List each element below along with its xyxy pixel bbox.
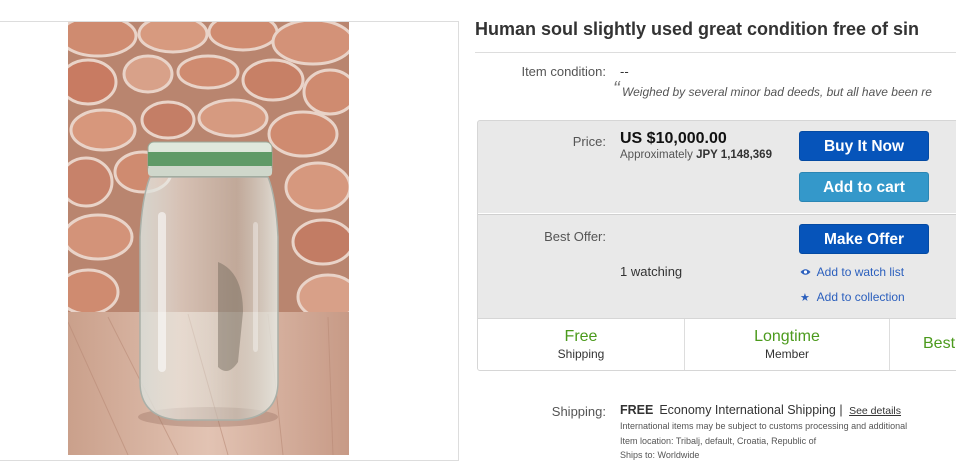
add-to-cart-button[interactable]: Add to cart xyxy=(799,172,929,202)
feature-title: Free xyxy=(564,328,598,345)
feature-subtitle: Shipping xyxy=(557,347,605,361)
price-value: US $10,000.00 xyxy=(620,130,727,147)
title-divider xyxy=(475,52,956,53)
product-photo[interactable] xyxy=(68,22,349,455)
star-icon: ★ xyxy=(800,292,810,304)
collection-link-label: Add to collection xyxy=(816,290,905,304)
add-to-collection-link[interactable]: ★ Add to collection xyxy=(800,290,905,304)
price-approx: Approximately JPY 1,148,369 xyxy=(620,149,772,161)
buy-it-now-button[interactable]: Buy It Now xyxy=(799,131,929,161)
condition-label: Item condition: xyxy=(521,64,606,79)
shipping-free: FREE xyxy=(620,403,654,417)
approx-value: JPY 1,148,369 xyxy=(696,149,772,161)
shipping-line: FREE Economy International Shipping | See… xyxy=(620,403,901,417)
watching-count: 1 watching xyxy=(620,264,683,279)
feature-title: Longtime xyxy=(754,328,820,345)
feature-longtime-member: Longtime Member xyxy=(685,319,890,370)
image-panel xyxy=(0,21,459,461)
item-location: Item location: Tribalj, default, Croatia… xyxy=(620,436,817,446)
feature-strip: Free Shipping Longtime Member Best xyxy=(478,318,956,370)
condition-description: Weighed by several minor bad deeds, but … xyxy=(622,85,932,99)
shipping-method: Economy International Shipping | xyxy=(659,403,843,417)
shipping-label: Shipping: xyxy=(551,404,606,419)
glass-jar-photo xyxy=(68,22,349,455)
watch-link-label: Add to watch list xyxy=(816,265,905,279)
quote-icon: “ xyxy=(613,78,620,100)
listing-title: Human soul slightly used great condition… xyxy=(475,19,920,39)
condition-value: -- xyxy=(620,64,629,79)
buy-box-divider-shadow xyxy=(478,214,956,215)
buy-box: Price: US $10,000.00 Approximately JPY 1… xyxy=(477,120,956,371)
price-label: Price: xyxy=(572,134,606,149)
eye-icon xyxy=(800,267,814,279)
feature-subtitle: Member xyxy=(764,347,809,361)
feature-title: Best xyxy=(923,335,956,352)
feature-free-shipping: Free Shipping xyxy=(478,319,685,370)
see-details-link[interactable]: See details xyxy=(849,405,901,417)
customs-note: International items may be subject to cu… xyxy=(620,421,908,431)
feature-best: Best xyxy=(890,319,956,370)
ships-to: Ships to: Worldwide xyxy=(620,450,700,460)
make-offer-button[interactable]: Make Offer xyxy=(799,224,929,254)
add-to-watch-list-link[interactable]: Add to watch list xyxy=(800,265,904,279)
best-offer-label: Best Offer: xyxy=(544,229,606,244)
approx-prefix: Approximately xyxy=(620,149,693,161)
